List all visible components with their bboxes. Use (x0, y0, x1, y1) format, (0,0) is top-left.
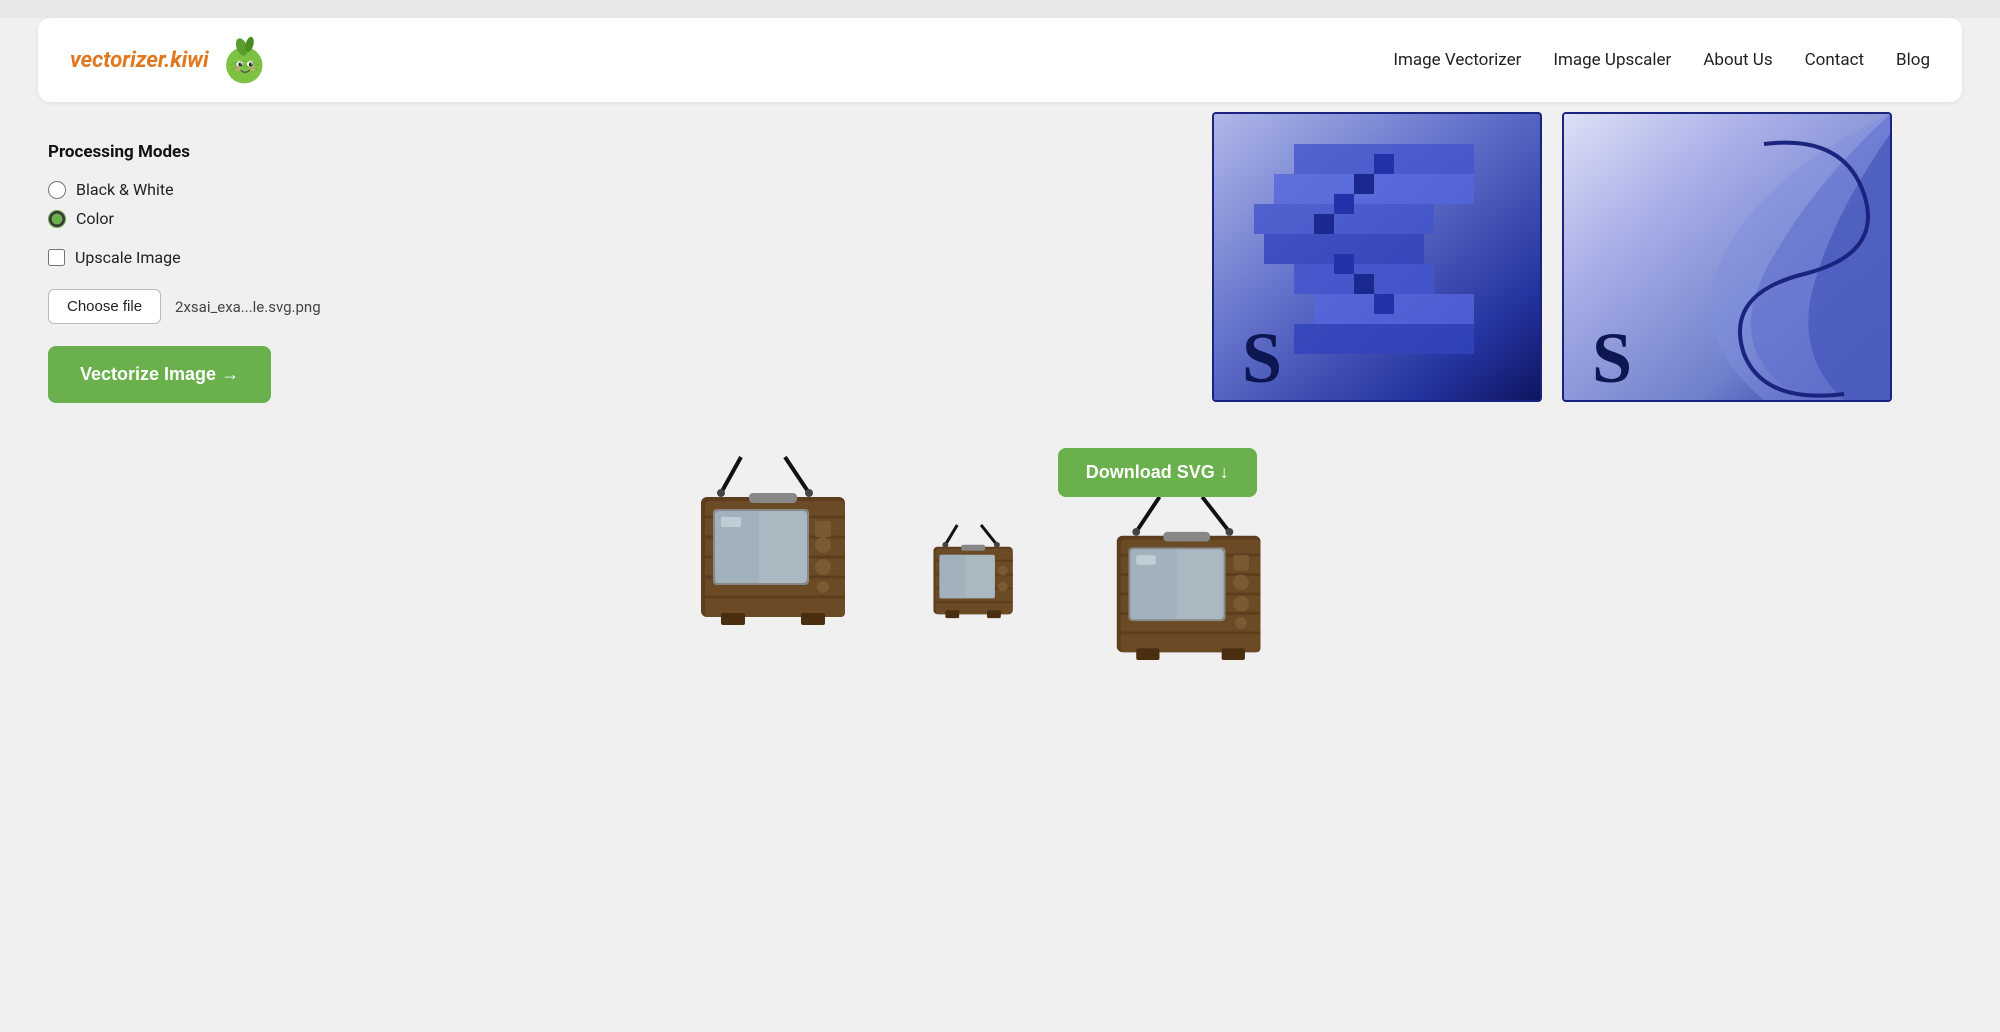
tv-large-left (685, 453, 905, 663)
file-input-row: Choose file 2xsai_exa...le.svg.png (48, 289, 408, 324)
original-preview-svg: S (1214, 114, 1540, 400)
left-tv-group (685, 453, 1045, 663)
mode-bw-radio[interactable] (48, 181, 66, 199)
processing-modes-title: Processing Modes (48, 142, 408, 162)
nav: Image Vectorizer Image Upscaler About Us… (1393, 50, 1930, 70)
logo-area: vectorizer.kiwi (70, 34, 269, 86)
upscale-option[interactable]: Upscale Image (48, 248, 181, 267)
tv-large-right (1105, 493, 1315, 693)
file-name-display: 2xsai_exa...le.svg.png (175, 298, 321, 316)
logo-text: vectorizer.kiwi (70, 48, 209, 73)
main-content: Processing Modes Black & White Color Ups… (38, 102, 1962, 423)
upscale-label: Upscale Image (75, 248, 181, 267)
right-tv-container (1105, 493, 1315, 697)
preview-section: S (428, 112, 1952, 402)
header: vectorizer.kiwi (38, 18, 1962, 102)
svg-text:S: S (1242, 318, 1282, 398)
bottom-section: Download SVG ↓ (38, 433, 1962, 717)
choose-file-button[interactable]: Choose file (48, 289, 161, 324)
nav-blog[interactable]: Blog (1896, 50, 1930, 70)
mode-color-label: Color (76, 209, 114, 228)
upscale-checkbox[interactable] (48, 249, 65, 266)
vectorize-button[interactable]: Vectorize Image → (48, 346, 271, 403)
left-panel: Processing Modes Black & White Color Ups… (38, 122, 418, 423)
vectorized-preview-svg: S (1564, 114, 1890, 400)
nav-image-upscaler[interactable]: Image Upscaler (1553, 50, 1671, 70)
mode-color-option[interactable]: Color (48, 209, 408, 228)
download-svg-button[interactable]: Download SVG ↓ (1058, 448, 1257, 497)
nav-contact[interactable]: Contact (1805, 50, 1864, 70)
mode-color-radio[interactable] (48, 210, 66, 228)
svg-text:S: S (1592, 318, 1632, 398)
mode-bw-label: Black & White (76, 180, 174, 199)
right-panel: S (418, 122, 1962, 423)
upscale-checkbox-group: Upscale Image (48, 248, 408, 267)
nav-about-us[interactable]: About Us (1703, 50, 1772, 70)
preview-original: S (1212, 112, 1542, 402)
radio-group: Black & White Color (48, 180, 408, 228)
mode-bw-option[interactable]: Black & White (48, 180, 408, 199)
bottom-area: Download SVG ↓ (38, 423, 1962, 737)
preview-vectorized: S (1562, 112, 1892, 402)
page-wrapper: vectorizer.kiwi (0, 18, 2000, 1032)
content-area: vectorizer.kiwi (20, 18, 1980, 737)
kiwi-logo-icon (217, 34, 269, 86)
tv-small-middle (925, 523, 1045, 638)
nav-image-vectorizer[interactable]: Image Vectorizer (1393, 50, 1521, 70)
